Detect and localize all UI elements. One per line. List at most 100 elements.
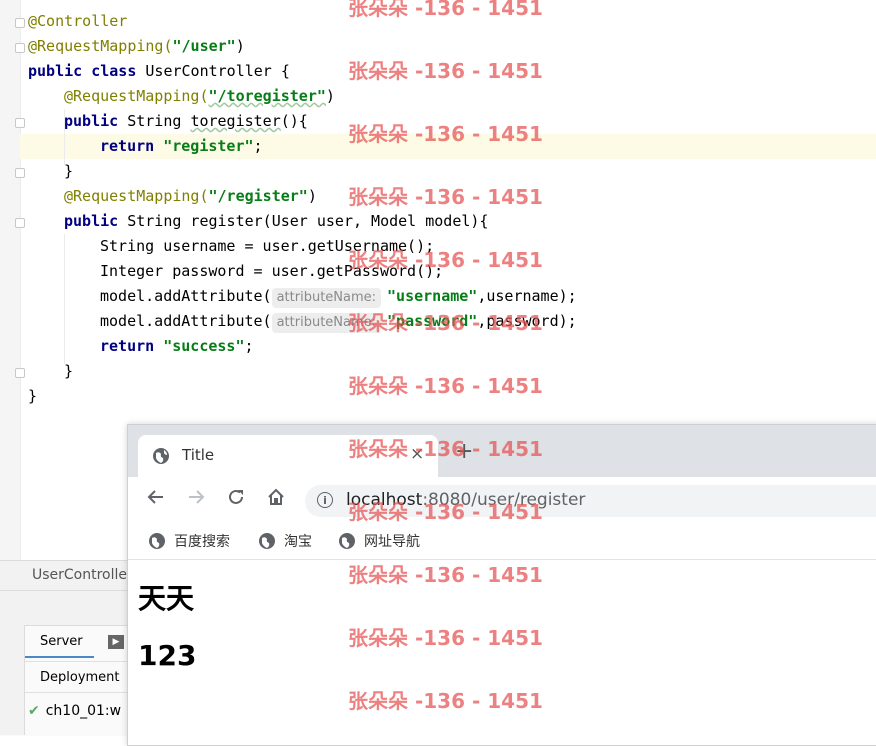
keyword: public <box>64 212 119 230</box>
home-icon[interactable] <box>266 487 286 512</box>
fold-marker[interactable] <box>15 218 25 228</box>
keyword: public class <box>28 62 137 80</box>
address-bar[interactable]: i localhost:8080/user/register <box>305 485 876 517</box>
code-line[interactable]: model.addAttribute(attributeName: "userna… <box>100 284 577 309</box>
globe-icon <box>152 447 170 469</box>
page-content: 天天 123 <box>128 559 876 745</box>
code-text: model.addAttribute( <box>100 287 272 305</box>
code-line[interactable]: } <box>64 359 73 384</box>
bookmark-taobao[interactable]: 淘宝 <box>258 531 312 551</box>
parameter-hint: attributeName: <box>271 288 382 308</box>
check-icon: ✔ <box>28 703 40 719</box>
code-text: } <box>28 387 38 405</box>
code-text: ) <box>307 187 317 205</box>
code-text: ) <box>325 87 335 105</box>
code-text: ; <box>253 137 263 155</box>
globe-icon <box>149 533 165 549</box>
globe-icon <box>259 533 275 549</box>
file-tab-label: UserControlle <box>32 567 128 583</box>
browser-window: Title × + i localhost:8080/user/register… <box>127 424 876 746</box>
annotation: @Controller <box>28 12 128 30</box>
artifact-item[interactable]: ✔ ch10_01:w <box>24 696 130 726</box>
string-literal: "/register" <box>208 187 308 205</box>
username-heading: 天天 <box>138 582 195 615</box>
keyword: public <box>64 112 119 130</box>
method-name: toregister <box>190 112 281 130</box>
code-text: ) <box>235 37 245 55</box>
code-line[interactable]: } <box>64 159 73 184</box>
code-line[interactable]: @RequestMapping("/user") <box>28 34 245 59</box>
annotation: @RequestMapping( <box>64 87 209 105</box>
browser-tab[interactable]: Title × <box>138 435 438 477</box>
fold-marker[interactable] <box>15 43 25 53</box>
bookmarks-bar: 百度搜索 淘宝 网址导航 <box>128 523 876 560</box>
code-line[interactable]: } <box>28 384 37 409</box>
annotation: @RequestMapping( <box>64 187 209 205</box>
back-icon[interactable] <box>146 487 166 512</box>
string-literal: "register" <box>163 137 254 155</box>
code-text: ,password); <box>477 312 577 330</box>
code-line[interactable]: return "success"; <box>100 334 254 359</box>
new-tab-button[interactable]: + <box>455 439 473 464</box>
fold-marker[interactable] <box>15 368 25 378</box>
bookmark-label: 网址导航 <box>364 534 420 550</box>
string-literal: "/user" <box>172 37 236 55</box>
run-icon[interactable]: ▶ <box>108 635 124 649</box>
fold-marker[interactable] <box>15 18 25 28</box>
code-line[interactable]: Integer password = user.getPassword(); <box>100 259 443 284</box>
code-text: ; <box>244 337 254 355</box>
url-text: localhost:8080/user/register <box>346 490 585 510</box>
tab-strip: Title × + <box>128 425 876 477</box>
keyword: return <box>100 337 155 355</box>
artifact-label: ch10_01:w <box>45 703 122 719</box>
code-text: ,username); <box>477 287 577 305</box>
tool-sidebar <box>0 625 25 735</box>
info-icon[interactable]: i <box>317 492 333 508</box>
code-text: String <box>118 112 191 130</box>
tab-title: Title <box>182 446 215 464</box>
bookmark-nav[interactable]: 网址导航 <box>338 531 420 551</box>
code-text: Integer password = user.getPassword(); <box>100 262 444 280</box>
tab-server[interactable]: Server <box>24 626 94 658</box>
url-path: :8080/user/register <box>422 490 586 510</box>
string-literal: "password" <box>387 312 478 330</box>
bookmark-label: 百度搜索 <box>174 534 230 550</box>
code-line[interactable]: public class UserController { <box>28 59 290 84</box>
bookmark-label: 淘宝 <box>284 534 312 550</box>
password-heading: 123 <box>138 639 197 672</box>
code-line[interactable]: model.addAttribute(attributeName: "passwo… <box>100 309 577 334</box>
fold-marker[interactable] <box>15 118 25 128</box>
code-text: UserController { <box>136 62 290 80</box>
code-text: } <box>64 162 74 180</box>
url-host: localhost <box>346 490 423 510</box>
deployment-tab-label: Deployment <box>40 670 120 685</box>
code-line[interactable]: public String toregister(){ <box>64 109 308 134</box>
code-line[interactable]: @RequestMapping("/register") <box>64 184 317 209</box>
code-text: String username = user.getUsername(); <box>100 237 435 255</box>
string-literal: "/toregister" <box>208 87 326 105</box>
reload-icon[interactable] <box>226 487 246 512</box>
code-line[interactable]: String username = user.getUsername(); <box>100 234 434 259</box>
fold-marker[interactable] <box>15 168 25 178</box>
globe-icon <box>339 533 355 549</box>
browser-toolbar: i localhost:8080/user/register <box>128 477 876 523</box>
forward-icon[interactable] <box>186 487 206 512</box>
code-line[interactable]: @RequestMapping("/toregister") <box>64 84 335 109</box>
annotation: @RequestMapping( <box>28 37 173 55</box>
string-literal: "username" <box>387 287 478 305</box>
code-line[interactable]: return "register"; <box>100 134 263 159</box>
code-text: String register(User user, Model model){ <box>118 212 489 230</box>
tool-window-strip <box>0 590 130 626</box>
close-icon[interactable]: × <box>410 444 424 464</box>
code-text: (){ <box>280 112 308 130</box>
editor-gutter <box>0 0 21 560</box>
editor-file-tab[interactable]: UserControlle <box>0 560 130 591</box>
bookmark-baidu[interactable]: 百度搜索 <box>148 531 230 551</box>
code-line[interactable]: @Controller <box>28 9 127 34</box>
code-text: model.addAttribute( <box>100 312 272 330</box>
parameter-hint: attributeName: <box>271 313 382 333</box>
code-line[interactable]: public String register(User user, Model … <box>64 209 488 234</box>
tab-deployment[interactable]: Deployment <box>24 661 130 693</box>
indent-guide <box>64 234 65 364</box>
server-tab-label: Server <box>40 634 83 649</box>
